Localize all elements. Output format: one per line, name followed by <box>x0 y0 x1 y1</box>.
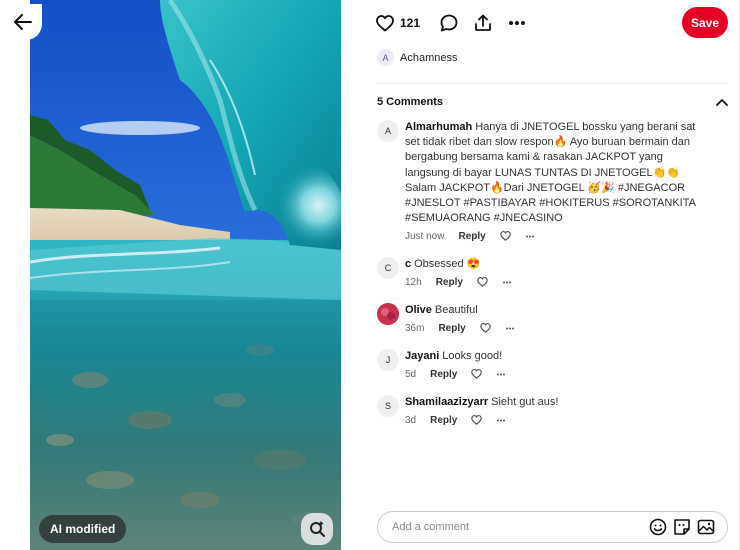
comment-like-button[interactable] <box>471 369 483 380</box>
share-button[interactable] <box>474 14 492 32</box>
avatar-photo <box>377 303 399 325</box>
comment-like-button[interactable] <box>471 415 483 426</box>
comment-text: Hanya di JNETOGEL bossku yang berani sat… <box>405 121 696 225</box>
ai-modified-badge[interactable]: AI modified <box>39 515 127 543</box>
sticker-button[interactable] <box>673 518 691 536</box>
commenter-name[interactable]: Shamilaazizyarr <box>405 396 488 408</box>
comment-like-button[interactable] <box>477 277 488 288</box>
back-button[interactable] <box>4 4 42 40</box>
comment-text-block: Olive Beautiful <box>405 303 705 318</box>
comment-button[interactable] <box>440 14 458 32</box>
commenter-name[interactable]: Jayani <box>405 350 439 362</box>
author-avatar: A <box>377 49 394 66</box>
divider <box>377 83 728 84</box>
like-count: 121 <box>400 16 421 30</box>
ellipsis-icon <box>505 327 514 330</box>
comment-more-button[interactable] <box>496 419 506 422</box>
comment-text-block: Shamilaazizyarr Sieht gut aus! <box>405 395 705 410</box>
heart-icon <box>499 231 511 242</box>
lens-search-icon <box>310 521 325 537</box>
commenter-name[interactable]: Olive <box>405 304 432 316</box>
comments-count-title: 5 Comments <box>377 96 444 108</box>
sticker-icon <box>674 519 690 535</box>
comment-item: C c Obsessed 😍 12h Reply <box>377 257 705 289</box>
heart-icon <box>479 323 491 334</box>
comment-text: Obsessed 😍 <box>414 258 481 270</box>
add-comment-box <box>377 511 728 543</box>
comment-meta: 5d Reply <box>405 367 705 381</box>
comment-meta: 3d Reply <box>405 413 705 427</box>
comment-text-block: c Obsessed 😍 <box>405 257 705 272</box>
commenter-name[interactable]: Almarhumah <box>405 121 472 133</box>
commenter-avatar[interactable]: A <box>377 120 399 142</box>
reply-button[interactable]: Reply <box>438 323 465 334</box>
ellipsis-icon <box>497 373 506 376</box>
pin-detail-card: AI modified 121 Save A Achamness 5 Comme… <box>0 0 740 550</box>
pin-action-bar: 121 <box>376 10 542 36</box>
commenter-name[interactable]: c <box>405 258 411 270</box>
comment-more-button[interactable] <box>496 373 506 376</box>
reply-button[interactable]: Reply <box>458 231 485 242</box>
add-comment-input[interactable] <box>390 520 644 534</box>
ai-modified-label: AI modified <box>50 522 116 536</box>
comment-like-button[interactable] <box>479 323 491 334</box>
commenter-avatar[interactable]: J <box>377 349 399 371</box>
ellipsis-icon <box>509 21 526 25</box>
ellipsis-icon <box>497 419 506 422</box>
arrow-left-icon <box>14 14 32 30</box>
more-options-button[interactable] <box>508 20 526 26</box>
reply-button[interactable]: Reply <box>430 369 457 380</box>
comment-text-block: Jayani Looks good! <box>405 349 705 364</box>
author-name: Achamness <box>400 51 458 64</box>
comment-more-button[interactable] <box>502 281 512 284</box>
chevron-up-icon[interactable] <box>716 98 728 106</box>
heart-icon <box>471 415 483 426</box>
image-icon <box>697 519 715 535</box>
ellipsis-icon <box>525 235 534 238</box>
comment-more-button[interactable] <box>505 327 515 330</box>
image-upload-button[interactable] <box>697 518 715 536</box>
visual-search-button[interactable] <box>301 513 333 545</box>
comment-time: 3d <box>405 414 417 426</box>
comment-meta: 12h Reply <box>405 275 705 289</box>
comment-text: Looks good! <box>442 350 503 362</box>
heart-icon <box>477 277 488 288</box>
comment-time: Just now <box>405 230 445 242</box>
comment-text-block: Almarhumah Hanya di JNETOGEL bossku yang … <box>405 120 705 226</box>
ellipsis-icon <box>502 281 511 284</box>
reply-button[interactable]: Reply <box>430 415 457 426</box>
reply-button[interactable]: Reply <box>436 277 463 288</box>
speech-bubble-icon <box>440 14 458 32</box>
heart-icon <box>471 369 483 380</box>
comments-header[interactable]: 5 Comments <box>377 96 728 108</box>
emoji-button[interactable] <box>649 518 667 536</box>
comment-like-button[interactable] <box>499 231 511 242</box>
commenter-avatar[interactable]: S <box>377 395 399 417</box>
comment-meta: 36m Reply <box>405 321 705 335</box>
comment-item: Olive Beautiful 36m Reply <box>377 303 705 335</box>
comment-item: S Shamilaazizyarr Sieht gut aus! 3d Reply <box>377 395 705 427</box>
pin-author[interactable]: A Achamness <box>377 49 457 66</box>
commenter-avatar[interactable] <box>377 303 399 325</box>
comment-time: 5d <box>405 368 417 380</box>
comment-item: A Almarhumah Hanya di JNETOGEL bossku yan… <box>377 120 705 243</box>
like-button[interactable]: 121 <box>376 14 421 32</box>
comment-more-button[interactable] <box>525 235 535 238</box>
wave-photo <box>30 0 341 550</box>
heart-icon <box>376 14 394 31</box>
comment-text: Sieht gut aus! <box>491 396 559 408</box>
pin-image[interactable] <box>30 0 341 550</box>
share-upload-icon <box>475 14 491 31</box>
smiley-icon <box>649 518 667 536</box>
comment-text: Beautiful <box>434 304 478 316</box>
comment-meta: Just now Reply <box>405 229 705 243</box>
commenter-avatar[interactable]: C <box>377 257 399 279</box>
comment-time: 36m <box>405 322 425 334</box>
save-button[interactable]: Save <box>682 7 728 38</box>
comment-time: 12h <box>405 276 422 288</box>
comment-item: J Jayani Looks good! 5d Reply <box>377 349 705 381</box>
